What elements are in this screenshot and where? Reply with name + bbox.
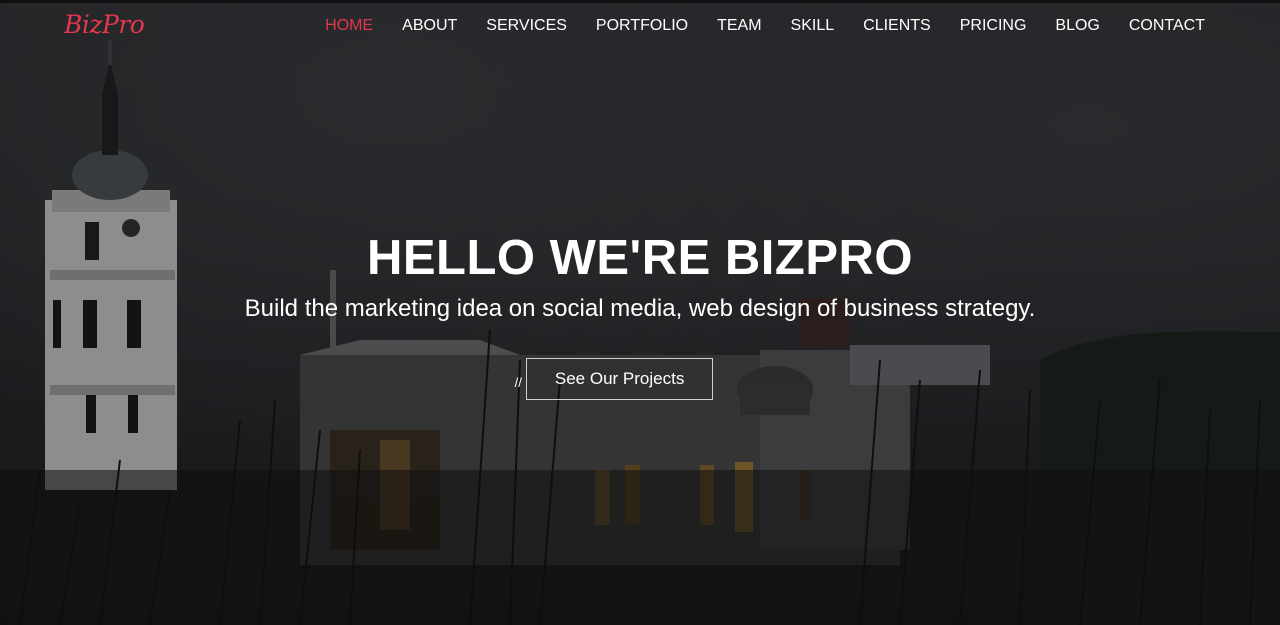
nav-item-team[interactable]: TEAM (717, 17, 761, 35)
nav-item-portfolio[interactable]: PORTFOLIO (596, 17, 688, 35)
nav-item-about[interactable]: ABOUT (402, 17, 457, 35)
main-navbar: BizPro HOME ABOUT SERVICES PORTFOLIO TEA… (0, 0, 1280, 52)
nav-item-skill[interactable]: SKILL (791, 17, 835, 35)
nav-item-services[interactable]: SERVICES (486, 17, 567, 35)
brand-logo[interactable]: BizPro (64, 10, 145, 39)
nav-item-clients[interactable]: CLIENTS (863, 17, 931, 35)
nav-item-home[interactable]: HOME (325, 17, 373, 35)
nav-menu: HOME ABOUT SERVICES PORTFOLIO TEAM SKILL… (296, 17, 1205, 35)
hero-section: BizPro HOME ABOUT SERVICES PORTFOLIO TEA… (0, 0, 1280, 625)
nav-item-contact[interactable]: CONTACT (1129, 17, 1205, 35)
nav-item-blog[interactable]: BLOG (1055, 17, 1099, 35)
see-projects-button[interactable]: See Our Projects (525, 358, 714, 400)
hero-title: HELLO WE'RE BIZPRO (366, 231, 914, 285)
nav-item-pricing[interactable]: PRICING (960, 17, 1027, 35)
hero-subtitle: Build the marketing idea on social media… (244, 295, 1036, 322)
cta-prefix: // (514, 374, 522, 390)
hero-cta: // See Our Projects (0, 358, 1280, 400)
